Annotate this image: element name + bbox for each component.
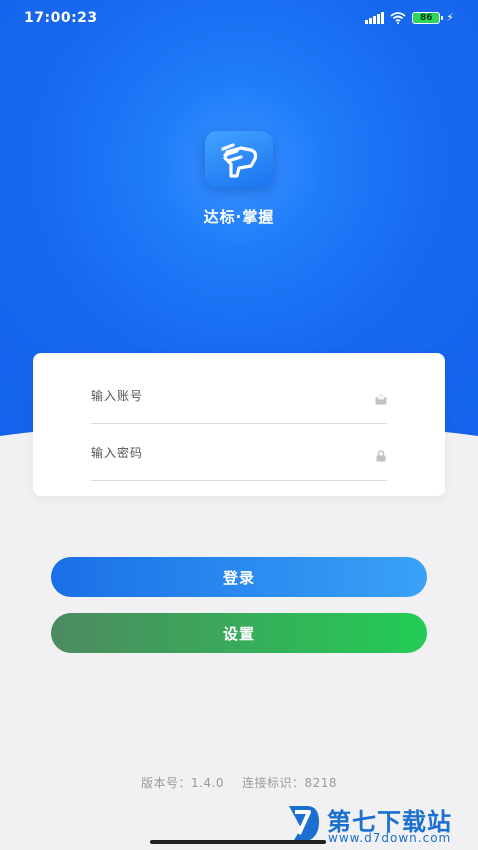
app-name: 达标·掌握 (203, 208, 275, 226)
lock-icon (376, 450, 386, 462)
status-bar: 17:00:23 86 ⚡ (0, 0, 478, 36)
fist-logo-icon (221, 143, 258, 178)
login-card (33, 353, 445, 496)
app-logo (205, 131, 273, 187)
app-info: 版本号：1.4.0 连接标识：8218 (0, 774, 478, 791)
status-icons: 86 ⚡ (365, 11, 454, 24)
signal-icon (365, 11, 385, 24)
login-button[interactable]: 登录 (51, 557, 427, 597)
password-input[interactable] (91, 425, 351, 481)
home-indicator[interactable] (150, 840, 326, 844)
charging-icon: ⚡ (446, 11, 454, 24)
version-label: 版本号：1.4.0 (140, 776, 224, 790)
watermark-url: www.d7down.com (328, 831, 452, 845)
battery-icon: 86 (412, 11, 444, 24)
wifi-icon (390, 11, 406, 24)
connection-id-label: 连接标识：8218 (242, 776, 338, 790)
settings-button[interactable]: 设置 (51, 613, 427, 653)
account-input[interactable] (91, 368, 351, 424)
password-field (91, 425, 387, 481)
account-field (91, 368, 387, 424)
envelope-icon (375, 394, 387, 405)
status-time: 17:00:23 (24, 10, 98, 26)
